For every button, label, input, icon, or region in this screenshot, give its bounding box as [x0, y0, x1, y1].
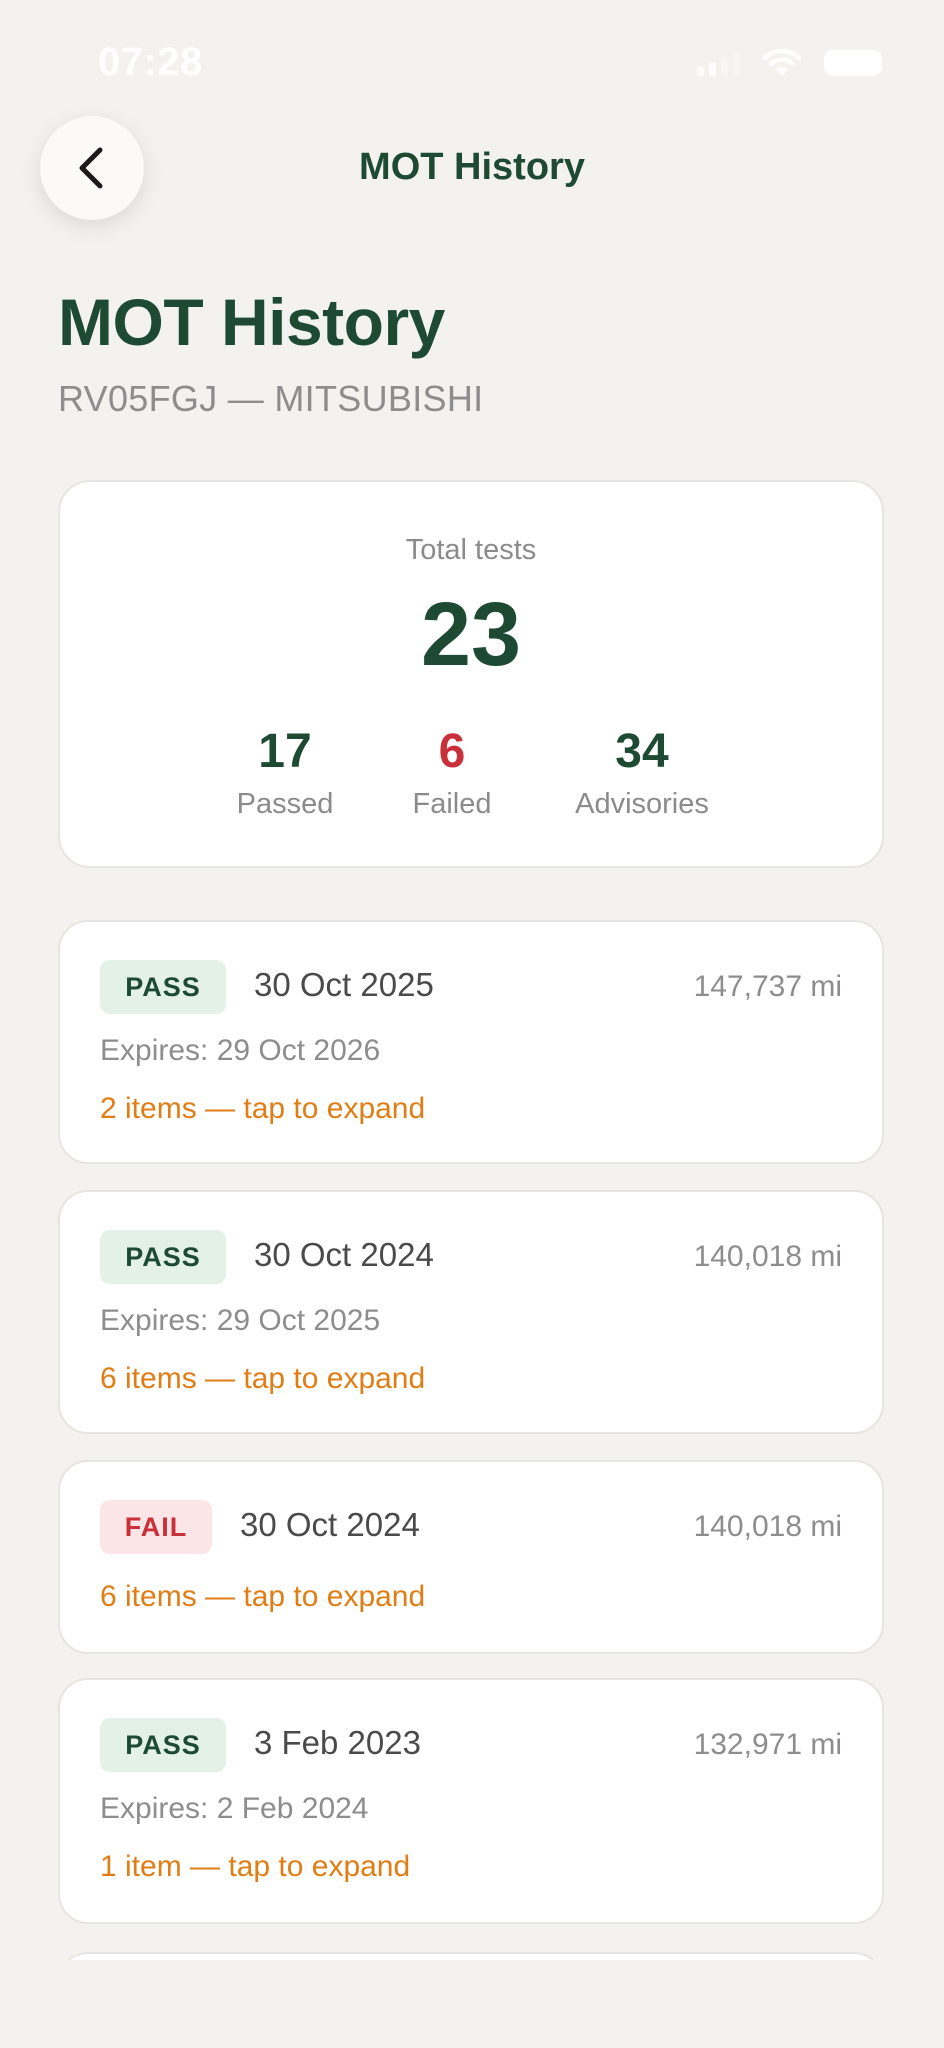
test-date: 3 Feb 2023 [254, 1724, 421, 1761]
battery-icon [824, 50, 882, 76]
result-badge: FAIL [100, 1500, 212, 1554]
test-date: 30 Oct 2024 [254, 1236, 434, 1273]
status-time: 07:28 [98, 40, 203, 84]
test-card[interactable]: FAIL 30 Oct 2024 140,018 mi 6 items — ta… [58, 1460, 884, 1654]
test-date: 30 Oct 2025 [254, 966, 434, 1003]
expiry-date: Expires: 2 Feb 2024 [100, 1792, 369, 1825]
failed-stat: 6 Failed [413, 726, 492, 821]
expiry-date: Expires: 29 Oct 2026 [100, 1034, 381, 1067]
advisories-count: 34 [615, 725, 669, 778]
page-title: MOT History [58, 285, 445, 359]
failed-label: Failed [412, 788, 492, 820]
advisories-label: Advisories [575, 788, 709, 820]
passed-stat: 17 Passed [237, 726, 334, 821]
test-mileage: 140,018 mi [693, 1240, 842, 1273]
nav-title: MOT History [359, 146, 585, 188]
status-bar: 07:28 [0, 0, 944, 120]
expiry-date: Expires: 29 Oct 2025 [100, 1304, 381, 1337]
expand-link[interactable]: 6 items — tap to expand [100, 1580, 425, 1614]
result-badge: PASS [100, 1230, 226, 1284]
test-card[interactable]: PASS 30 Oct 2024 140,018 mi Expires: 29 … [58, 1190, 884, 1434]
expand-link[interactable]: 6 items — tap to expand [100, 1362, 425, 1396]
vehicle-subtitle: RV05FGJ — MITSUBISHI [58, 378, 484, 419]
result-badge: PASS [100, 960, 226, 1014]
failed-count: 6 [438, 725, 466, 778]
passed-count: 17 [258, 725, 312, 778]
total-tests-value: 23 [420, 585, 522, 685]
wifi-icon [762, 48, 802, 76]
test-card[interactable]: PASS 30 Oct 2025 147,737 mi Expires: 29 … [58, 920, 884, 1164]
summary-card: Total tests 23 17 Passed 6 Failed 34 Adv… [58, 480, 884, 868]
passed-label: Passed [236, 788, 334, 820]
status-icons [697, 48, 882, 78]
advisories-stat: 34 Advisories [575, 726, 709, 821]
result-badge: PASS [100, 1718, 226, 1772]
signal-icon [697, 50, 740, 76]
test-mileage: 140,018 mi [693, 1510, 842, 1543]
expand-link[interactable]: 2 items — tap to expand [100, 1092, 425, 1126]
test-card[interactable]: PASS 3 Feb 2023 132,971 mi Expires: 2 Fe… [58, 1678, 884, 1924]
test-date: 30 Oct 2024 [240, 1506, 420, 1543]
scroll-fade [0, 1960, 944, 2048]
expand-link[interactable]: 1 item — tap to expand [100, 1850, 410, 1884]
total-tests-label: Total tests [405, 534, 537, 566]
test-mileage: 132,971 mi [693, 1728, 842, 1761]
test-mileage: 147,737 mi [693, 970, 842, 1003]
